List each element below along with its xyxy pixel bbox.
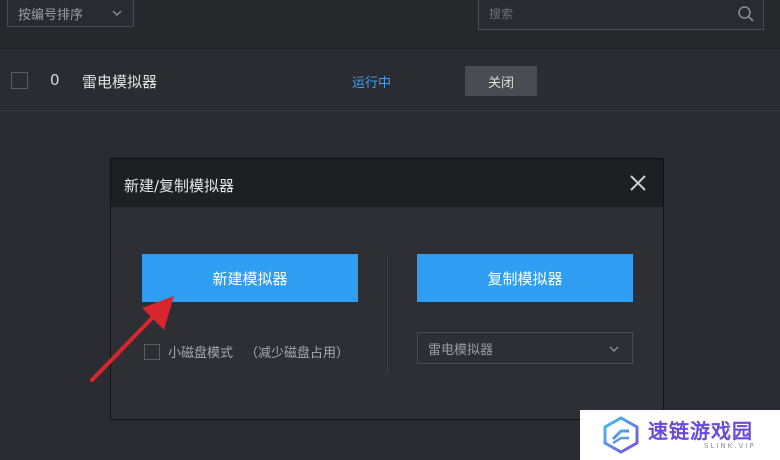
copy-source-select[interactable]: 雷电模拟器 [417, 332, 633, 364]
dialog-divider [387, 255, 388, 375]
dialog-title: 新建/复制模拟器 [124, 177, 235, 195]
watermark-text: 速链游戏园 SLINK.VIP [648, 420, 756, 450]
chevron-down-icon [112, 10, 122, 16]
copy-source-selected: 雷电模拟器 [428, 342, 494, 358]
search-input[interactable] [479, 0, 729, 28]
sort-select-label: 按编号排序 [18, 7, 84, 23]
row-index: 0 [50, 71, 60, 89]
red-arrow-annotation [90, 296, 174, 382]
copy-emulator-button[interactable]: 复制模拟器 [417, 254, 633, 302]
list-item: 0 雷电模拟器 运行中 关闭 [0, 52, 780, 111]
close-emulator-button[interactable]: 关闭 [465, 66, 537, 96]
row-emulator-name: 雷电模拟器 [82, 73, 158, 91]
emulator-manager-window: 按编号排序 0 雷电模拟器 运行中 关闭 新建/复制模拟器 新建模拟器 [0, 0, 780, 460]
close-icon[interactable] [627, 172, 649, 194]
site-watermark: 速链游戏园 SLINK.VIP [580, 410, 780, 460]
search-box [478, 0, 764, 30]
toolbar: 按编号排序 [0, 0, 780, 49]
watermark-subtitle: SLINK.VIP [704, 442, 756, 450]
row-checkbox[interactable] [11, 72, 28, 89]
new-copy-emulator-dialog: 新建/复制模拟器 新建模拟器 复制模拟器 小磁盘模式 （减少磁盘占用） 雷电模拟… [110, 158, 664, 420]
status-badge: 运行中 [352, 76, 392, 91]
dialog-header: 新建/复制模拟器 [111, 159, 663, 207]
logo-icon [603, 416, 639, 454]
chevron-down-icon [609, 346, 619, 352]
small-disk-hint: （减少磁盘占用） [245, 346, 350, 361]
search-icon[interactable] [737, 5, 755, 23]
sort-select[interactable]: 按编号排序 [7, 0, 134, 27]
watermark-title: 速链游戏园 [648, 419, 753, 443]
